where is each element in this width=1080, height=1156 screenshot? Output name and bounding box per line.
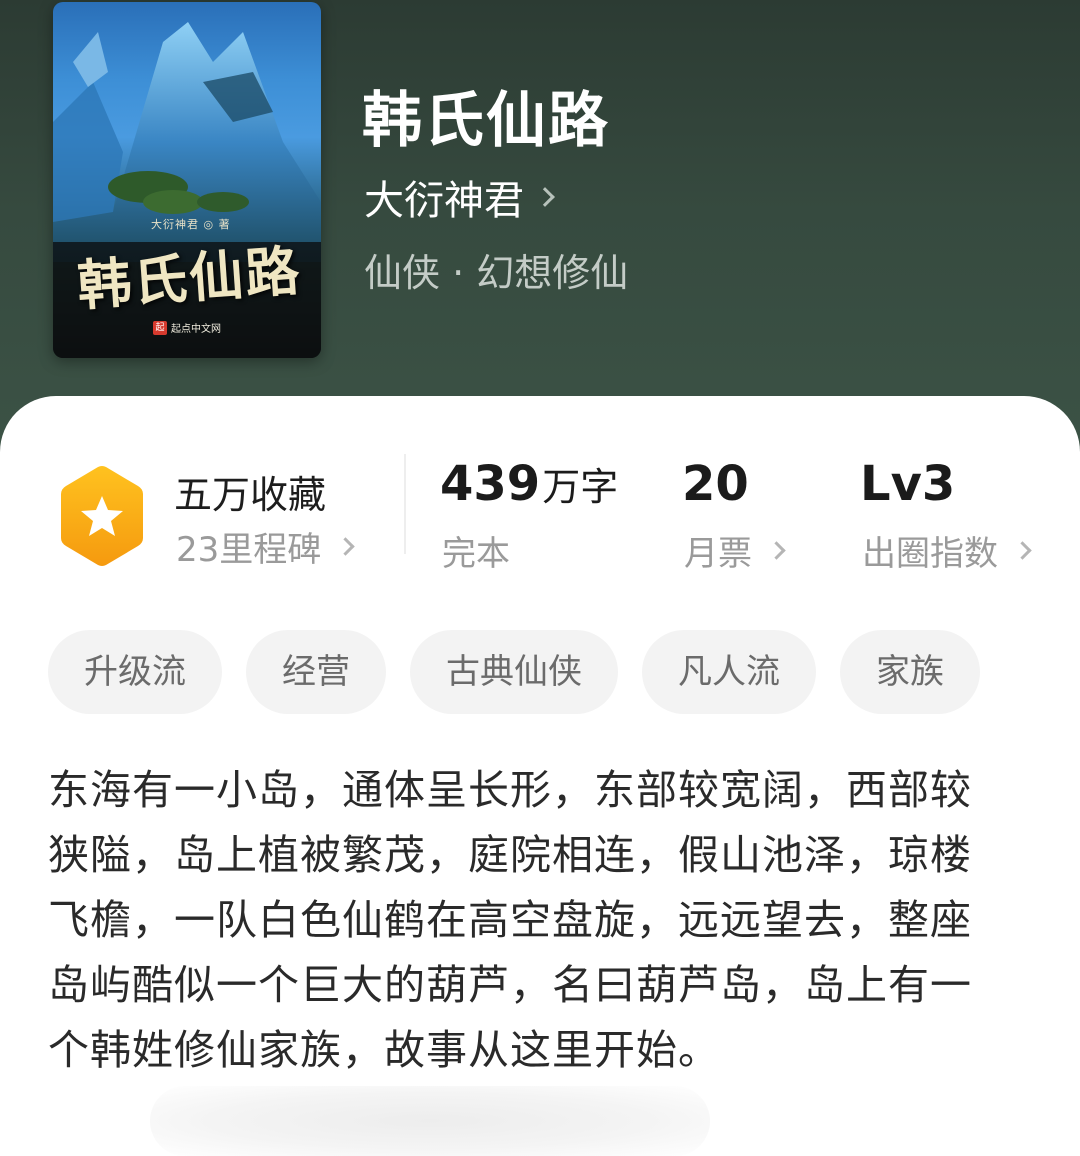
collection-label: 五万收藏 xyxy=(174,473,327,517)
chevron-right-icon xyxy=(535,187,555,207)
word-count-value: 439 xyxy=(440,456,541,512)
tag-item[interactable]: 古典仙侠 xyxy=(410,630,618,714)
chevron-right-icon xyxy=(767,541,786,560)
tag-list: 升级流 经营 古典仙侠 凡人流 家族 xyxy=(48,630,980,714)
book-description: 东海有一小岛，通体呈长形，东部较宽阔，西部较狭隘，岛上植被繁茂，庭院相连，假山池… xyxy=(48,766,972,1074)
chevron-right-icon xyxy=(336,537,355,556)
monthly-ticket-value: 20 xyxy=(682,456,749,512)
influence-link[interactable]: 出圈指数 xyxy=(862,526,1032,575)
status-label: 完本 xyxy=(442,526,510,575)
book-title: 韩氏仙路 xyxy=(362,86,610,156)
publisher-logo-icon: 起 xyxy=(153,320,167,335)
status-text: 完本 xyxy=(442,534,510,574)
chevron-right-icon xyxy=(1013,541,1032,560)
influence-value: Lv3 xyxy=(860,456,956,512)
book-cover[interactable]: 大衍神君 ◎ 著 韩氏仙路 起 起点中文网 xyxy=(53,2,321,358)
tag-item[interactable]: 家族 xyxy=(840,630,980,714)
cover-author-line: 大衍神君 ◎ 著 xyxy=(151,218,231,231)
tag-item[interactable]: 凡人流 xyxy=(642,630,816,714)
cover-title: 韩氏仙路 xyxy=(75,238,304,318)
milestone-link[interactable]: 23里程碑 xyxy=(176,522,355,571)
word-count-unit: 万字 xyxy=(542,465,619,509)
influence-label: 出圈指数 xyxy=(862,534,998,574)
detail-card: 五万收藏 23里程碑 439万字 完本 20 月票 Lv3 出圈指数 升级流 经… xyxy=(0,396,1080,1156)
monthly-ticket-label: 月票 xyxy=(684,534,752,574)
monthly-ticket-link[interactable]: 月票 xyxy=(684,526,786,575)
milestone-text: 23里程碑 xyxy=(176,530,322,570)
genre-label: 仙侠 · 幻想修仙 xyxy=(364,251,629,295)
tag-item[interactable]: 升级流 xyxy=(48,630,222,714)
stats-bar: 五万收藏 23里程碑 439万字 完本 20 月票 Lv3 出圈指数 xyxy=(0,396,1080,596)
word-count: 439万字 xyxy=(440,456,618,512)
tag-item[interactable]: 经营 xyxy=(246,630,386,714)
star-hexagon-icon xyxy=(61,466,143,566)
stats-divider xyxy=(404,454,406,554)
cover-publisher: 起 起点中文网 xyxy=(153,320,221,335)
publisher-name: 起点中文网 xyxy=(171,324,221,335)
author-name: 大衍神君 xyxy=(364,178,524,224)
author-link[interactable]: 大衍神君 xyxy=(364,168,555,226)
blur-overlay xyxy=(150,1086,710,1156)
